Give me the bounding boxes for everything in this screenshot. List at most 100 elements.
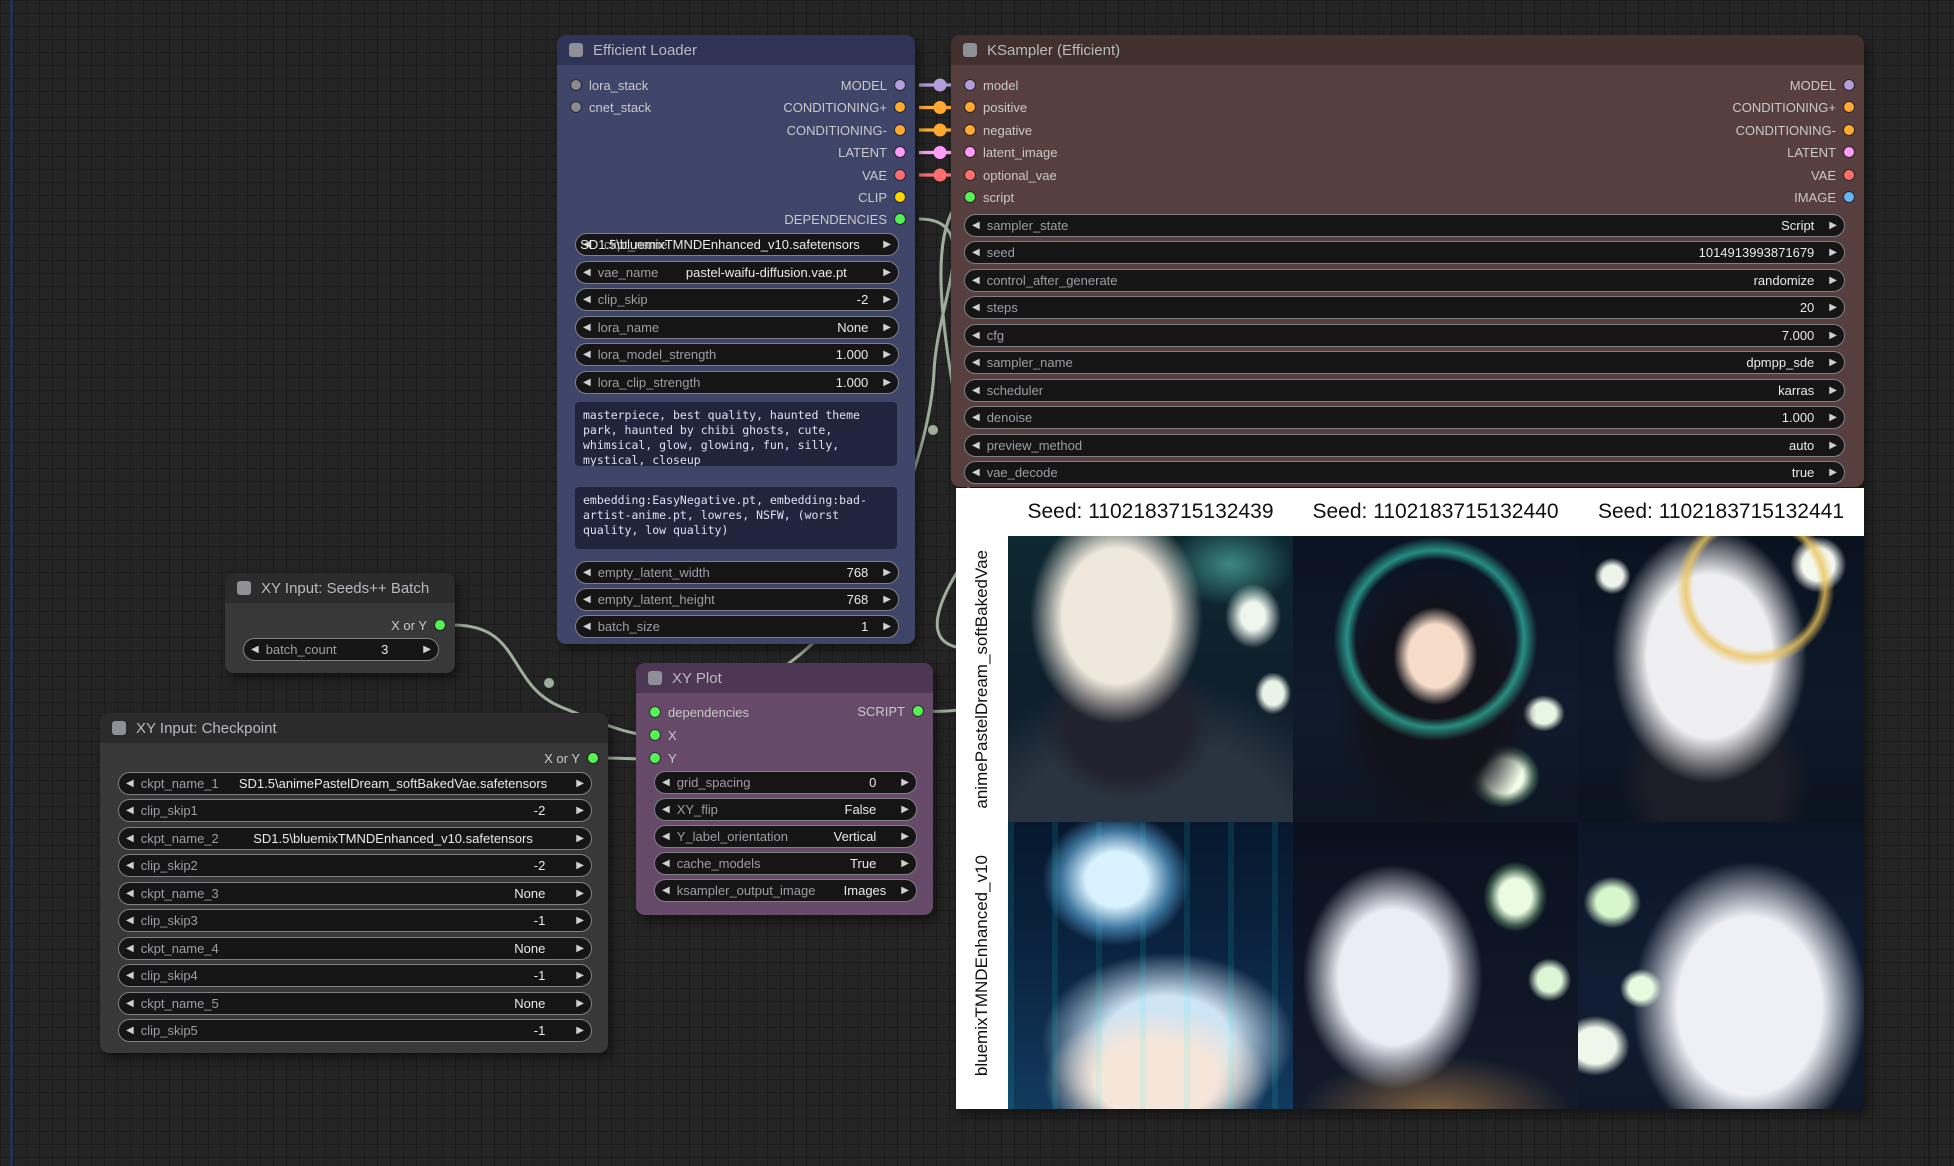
output-slot-conditioning-minus[interactable] bbox=[1844, 125, 1854, 135]
collapse-icon[interactable] bbox=[112, 721, 126, 735]
stepper-left-icon[interactable]: ◀ bbox=[965, 242, 987, 263]
wire-dot-cond-positive[interactable] bbox=[934, 101, 947, 114]
stepper-right-icon[interactable]: ▶ bbox=[569, 773, 591, 794]
widget-y-label-orientation[interactable]: ◀ Y_label_orientation Vertical ▶ bbox=[654, 825, 917, 848]
stepper-left-icon[interactable]: ◀ bbox=[576, 372, 598, 393]
node-graph-canvas[interactable]: Efficient Loader lora_stack cnet_stack M… bbox=[0, 0, 1954, 1166]
stepper-right-icon[interactable]: ▶ bbox=[1822, 242, 1844, 263]
stepper-right-icon[interactable]: ▶ bbox=[894, 880, 916, 901]
stepper-left-icon[interactable]: ◀ bbox=[965, 325, 987, 346]
stepper-right-icon[interactable]: ▶ bbox=[876, 262, 898, 283]
stepper-right-icon[interactable]: ▶ bbox=[876, 289, 898, 310]
input-slot-optional-vae[interactable] bbox=[965, 170, 975, 180]
wire-dot-model[interactable] bbox=[934, 79, 947, 92]
widget-sampler-state[interactable]: ◀ sampler_state Script ▶ bbox=[964, 214, 1845, 237]
stepper-right-icon[interactable]: ▶ bbox=[569, 855, 591, 876]
widget-vae-name[interactable]: ◀ vae_name pastel-waifu-diffusion.vae.pt… bbox=[575, 261, 899, 284]
stepper-right-icon[interactable]: ▶ bbox=[416, 639, 438, 660]
wire-dot-latent[interactable] bbox=[934, 146, 947, 159]
widget-lora-model-strength[interactable]: ◀ lora_model_strength 1.000 ▶ bbox=[575, 343, 899, 366]
output-slot-latent[interactable] bbox=[895, 147, 905, 157]
output-slot-vae[interactable] bbox=[1844, 170, 1854, 180]
stepper-left-icon[interactable]: ◀ bbox=[119, 965, 141, 986]
stepper-left-icon[interactable]: ◀ bbox=[965, 380, 987, 401]
stepper-right-icon[interactable]: ▶ bbox=[894, 853, 916, 874]
widget-lora-name[interactable]: ◀ lora_name None ▶ bbox=[575, 316, 899, 339]
stepper-right-icon[interactable]: ▶ bbox=[1822, 270, 1844, 291]
node-title-bar[interactable]: KSampler (Efficient) bbox=[951, 35, 1864, 65]
stepper-left-icon[interactable]: ◀ bbox=[655, 772, 677, 793]
output-slot-x-or-y[interactable] bbox=[435, 620, 445, 630]
stepper-right-icon[interactable]: ▶ bbox=[876, 616, 898, 637]
stepper-left-icon[interactable]: ◀ bbox=[655, 826, 677, 847]
node-title-bar[interactable]: XY Input: Seeds++ Batch bbox=[225, 573, 455, 603]
node-ksampler-efficient[interactable]: KSampler (Efficient) model positive nega… bbox=[951, 35, 1864, 487]
output-slot-model[interactable] bbox=[895, 80, 905, 90]
widget-ckpt-name-1[interactable]: ◀ ckpt_name_1 SD1.5\animePastelDream_sof… bbox=[118, 772, 592, 795]
output-slot-image[interactable] bbox=[1844, 192, 1854, 202]
widget-empty-latent-height[interactable]: ◀ empty_latent_height 768 ▶ bbox=[575, 588, 899, 611]
node-xy-input-seeds-batch[interactable]: XY Input: Seeds++ Batch X or Y ◀ batch_c… bbox=[225, 573, 455, 673]
output-slot-conditioning-minus[interactable] bbox=[895, 125, 905, 135]
stepper-left-icon[interactable]: ◀ bbox=[119, 910, 141, 931]
input-slot-latent-image[interactable] bbox=[965, 147, 975, 157]
stepper-left-icon[interactable]: ◀ bbox=[655, 880, 677, 901]
stepper-left-icon[interactable]: ◀ bbox=[119, 855, 141, 876]
stepper-left-icon[interactable]: ◀ bbox=[576, 589, 598, 610]
widget-ckpt-name-5[interactable]: ◀ ckpt_name_5 None ▶ bbox=[118, 992, 592, 1015]
widget-clip-skip1[interactable]: ◀ clip_skip1 -2 ▶ bbox=[118, 799, 592, 822]
input-slot-dependencies[interactable] bbox=[650, 707, 660, 717]
stepper-left-icon[interactable]: ◀ bbox=[965, 297, 987, 318]
widget-denoise[interactable]: ◀ denoise 1.000 ▶ bbox=[964, 406, 1845, 429]
wire-dot-seeds-x[interactable] bbox=[544, 678, 554, 688]
stepper-right-icon[interactable]: ▶ bbox=[1822, 462, 1844, 483]
collapse-icon[interactable] bbox=[237, 581, 251, 595]
node-title-bar[interactable]: XY Plot bbox=[636, 663, 933, 693]
output-slot-conditioning-plus[interactable] bbox=[895, 102, 905, 112]
stepper-left-icon[interactable]: ◀ bbox=[119, 800, 141, 821]
widget-ckpt-name-4[interactable]: ◀ ckpt_name_4 None ▶ bbox=[118, 937, 592, 960]
node-xy-input-checkpoint[interactable]: XY Input: Checkpoint X or Y ◀ ckpt_name_… bbox=[100, 713, 608, 1053]
stepper-right-icon[interactable]: ▶ bbox=[569, 883, 591, 904]
output-slot-x-or-y[interactable] bbox=[588, 753, 598, 763]
widget-clip-skip2[interactable]: ◀ clip_skip2 -2 ▶ bbox=[118, 854, 592, 877]
stepper-left-icon[interactable]: ◀ bbox=[119, 773, 141, 794]
widget-cache-models[interactable]: ◀ cache_models True ▶ bbox=[654, 852, 917, 875]
widget-clip-skip5[interactable]: ◀ clip_skip5 -1 ▶ bbox=[118, 1019, 592, 1042]
stepper-left-icon[interactable]: ◀ bbox=[119, 1020, 141, 1041]
node-title-bar[interactable]: XY Input: Checkpoint bbox=[100, 713, 608, 743]
stepper-right-icon[interactable]: ▶ bbox=[876, 317, 898, 338]
stepper-left-icon[interactable]: ◀ bbox=[119, 883, 141, 904]
collapse-icon[interactable] bbox=[569, 43, 583, 57]
collapse-icon[interactable] bbox=[648, 671, 662, 685]
stepper-right-icon[interactable]: ▶ bbox=[1822, 215, 1844, 236]
stepper-right-icon[interactable]: ▶ bbox=[569, 910, 591, 931]
stepper-left-icon[interactable]: ◀ bbox=[576, 616, 598, 637]
widget-lora-clip-strength[interactable]: ◀ lora_clip_strength 1.000 ▶ bbox=[575, 371, 899, 394]
stepper-right-icon[interactable]: ▶ bbox=[1822, 325, 1844, 346]
widget-sampler-name[interactable]: ◀ sampler_name dpmpp_sde ▶ bbox=[964, 351, 1845, 374]
input-slot-negative[interactable] bbox=[965, 125, 975, 135]
widget-cfg[interactable]: ◀ cfg 7.000 ▶ bbox=[964, 324, 1845, 347]
stepper-right-icon[interactable]: ▶ bbox=[894, 799, 916, 820]
stepper-left-icon[interactable]: ◀ bbox=[965, 270, 987, 291]
stepper-right-icon[interactable]: ▶ bbox=[876, 589, 898, 610]
negative-prompt-textarea[interactable]: embedding:EasyNegative.pt, embedding:bad… bbox=[575, 487, 897, 549]
input-slot-script[interactable] bbox=[965, 192, 975, 202]
widget-batch-count[interactable]: ◀ batch_count 3 ▶ bbox=[243, 638, 439, 661]
node-xy-plot[interactable]: XY Plot dependencies X Y SCRIPT ◀ grid_s… bbox=[636, 663, 933, 915]
stepper-left-icon[interactable]: ◀ bbox=[965, 352, 987, 373]
widget-ckpt-name[interactable]: ◀ ckpt_name SD1.5\bluemixTMNDEnhanced_v1… bbox=[575, 233, 899, 256]
stepper-left-icon[interactable]: ◀ bbox=[965, 435, 987, 456]
wire-dot-dependencies[interactable] bbox=[928, 425, 938, 435]
stepper-right-icon[interactable]: ▶ bbox=[876, 372, 898, 393]
stepper-right-icon[interactable]: ▶ bbox=[569, 800, 591, 821]
output-slot-dependencies[interactable] bbox=[895, 214, 905, 224]
input-slot-positive[interactable] bbox=[965, 102, 975, 112]
stepper-left-icon[interactable]: ◀ bbox=[576, 262, 598, 283]
output-slot-latent[interactable] bbox=[1844, 147, 1854, 157]
stepper-left-icon[interactable]: ◀ bbox=[119, 828, 141, 849]
stepper-left-icon[interactable]: ◀ bbox=[576, 562, 598, 583]
stepper-left-icon[interactable]: ◀ bbox=[655, 799, 677, 820]
stepper-right-icon[interactable]: ▶ bbox=[1822, 352, 1844, 373]
